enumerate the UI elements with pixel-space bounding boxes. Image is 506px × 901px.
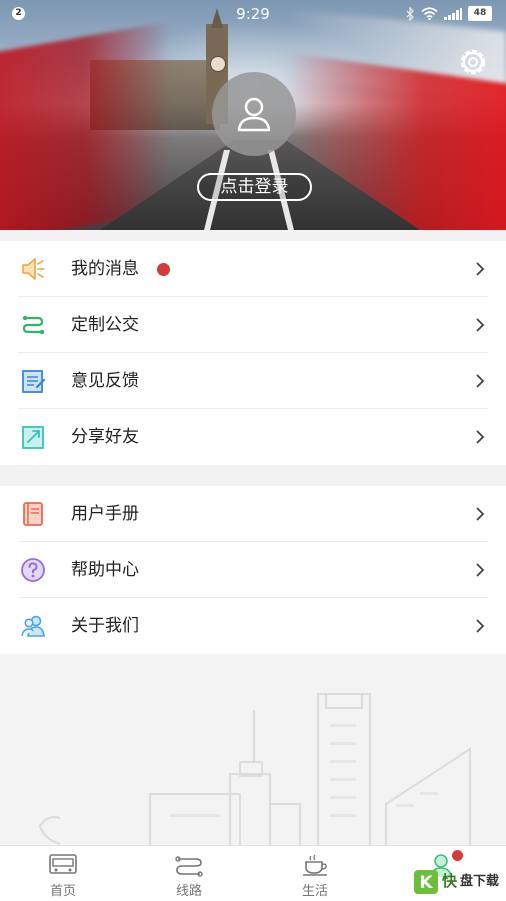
clock-face bbox=[210, 56, 226, 72]
bus-icon bbox=[49, 854, 77, 874]
users-icon bbox=[21, 615, 45, 637]
menu-item-share[interactable]: 分享好友 bbox=[0, 409, 506, 465]
tab-label: 生活 bbox=[301, 884, 328, 899]
menu-item-user-manual[interactable]: 用户手册 bbox=[0, 486, 506, 542]
menu-item-feedback[interactable]: 意见反馈 bbox=[0, 353, 506, 409]
chevron-right-icon bbox=[476, 430, 485, 444]
menu-item-help-center[interactable]: 帮助中心 bbox=[0, 542, 506, 598]
tab-home[interactable]: 首页 bbox=[0, 846, 126, 901]
route-icon bbox=[22, 315, 45, 335]
svg-text:K: K bbox=[419, 873, 433, 893]
red-bus-left bbox=[0, 21, 170, 230]
chevron-right-icon bbox=[476, 507, 485, 521]
menu-group-primary: 我的消息 定制公交 意见反馈 分享好友 bbox=[0, 241, 506, 465]
signal-icon bbox=[444, 7, 462, 20]
chevron-right-icon bbox=[476, 563, 485, 577]
manual-book-icon bbox=[23, 502, 43, 526]
menu-item-label: 意见反馈 bbox=[71, 371, 139, 391]
tab-label: 线路 bbox=[175, 884, 202, 899]
bluetooth-icon bbox=[406, 6, 414, 21]
tab-label: 首页 bbox=[49, 884, 76, 899]
menu-item-label: 关于我们 bbox=[71, 616, 139, 636]
battery-indicator: 48 bbox=[468, 6, 492, 21]
login-button[interactable]: 点击登录 bbox=[197, 173, 312, 201]
settings-gear-icon[interactable] bbox=[457, 46, 489, 78]
tab-life[interactable]: 生活 bbox=[252, 846, 378, 901]
status-bar: 2 9:29 48 bbox=[0, 0, 506, 28]
route-line-icon bbox=[175, 856, 203, 877]
watermark-logo: K 快 盘下载 bbox=[414, 870, 499, 894]
svg-text:盘下载: 盘下载 bbox=[460, 873, 499, 889]
tab-routes[interactable]: 线路 bbox=[126, 846, 252, 901]
menu-item-messages[interactable]: 我的消息 bbox=[0, 241, 506, 297]
menu-item-custom-bus[interactable]: 定制公交 bbox=[0, 297, 506, 353]
chevron-right-icon bbox=[476, 619, 485, 633]
chevron-right-icon bbox=[476, 374, 485, 388]
menu-item-label: 分享好友 bbox=[71, 427, 139, 447]
menu-item-about-us[interactable]: 关于我们 bbox=[0, 598, 506, 654]
unread-dot bbox=[157, 263, 170, 276]
menu-group-secondary: 用户手册 帮助中心 关于我们 bbox=[0, 486, 506, 654]
share-icon bbox=[22, 426, 44, 449]
feedback-note-icon bbox=[22, 370, 46, 393]
wifi-icon bbox=[421, 7, 438, 20]
city-skyline-illustration bbox=[0, 654, 506, 845]
help-question-icon bbox=[21, 558, 45, 582]
skyline-graphic bbox=[38, 693, 471, 845]
menu-item-label: 定制公交 bbox=[71, 315, 139, 335]
avatar-button[interactable] bbox=[212, 72, 296, 156]
menu-item-label: 帮助中心 bbox=[71, 560, 139, 580]
coffee-cup-icon bbox=[303, 854, 327, 876]
svg-text:快: 快 bbox=[442, 872, 458, 890]
megaphone-icon bbox=[22, 258, 45, 280]
chevron-right-icon bbox=[476, 318, 485, 332]
status-icons: 48 bbox=[406, 6, 492, 21]
user-silhouette-icon bbox=[237, 97, 271, 132]
profile-tab-badge bbox=[452, 850, 463, 861]
chevron-right-icon bbox=[476, 262, 485, 276]
menu-item-label: 我的消息 bbox=[71, 259, 139, 279]
menu-item-label: 用户手册 bbox=[71, 504, 139, 524]
